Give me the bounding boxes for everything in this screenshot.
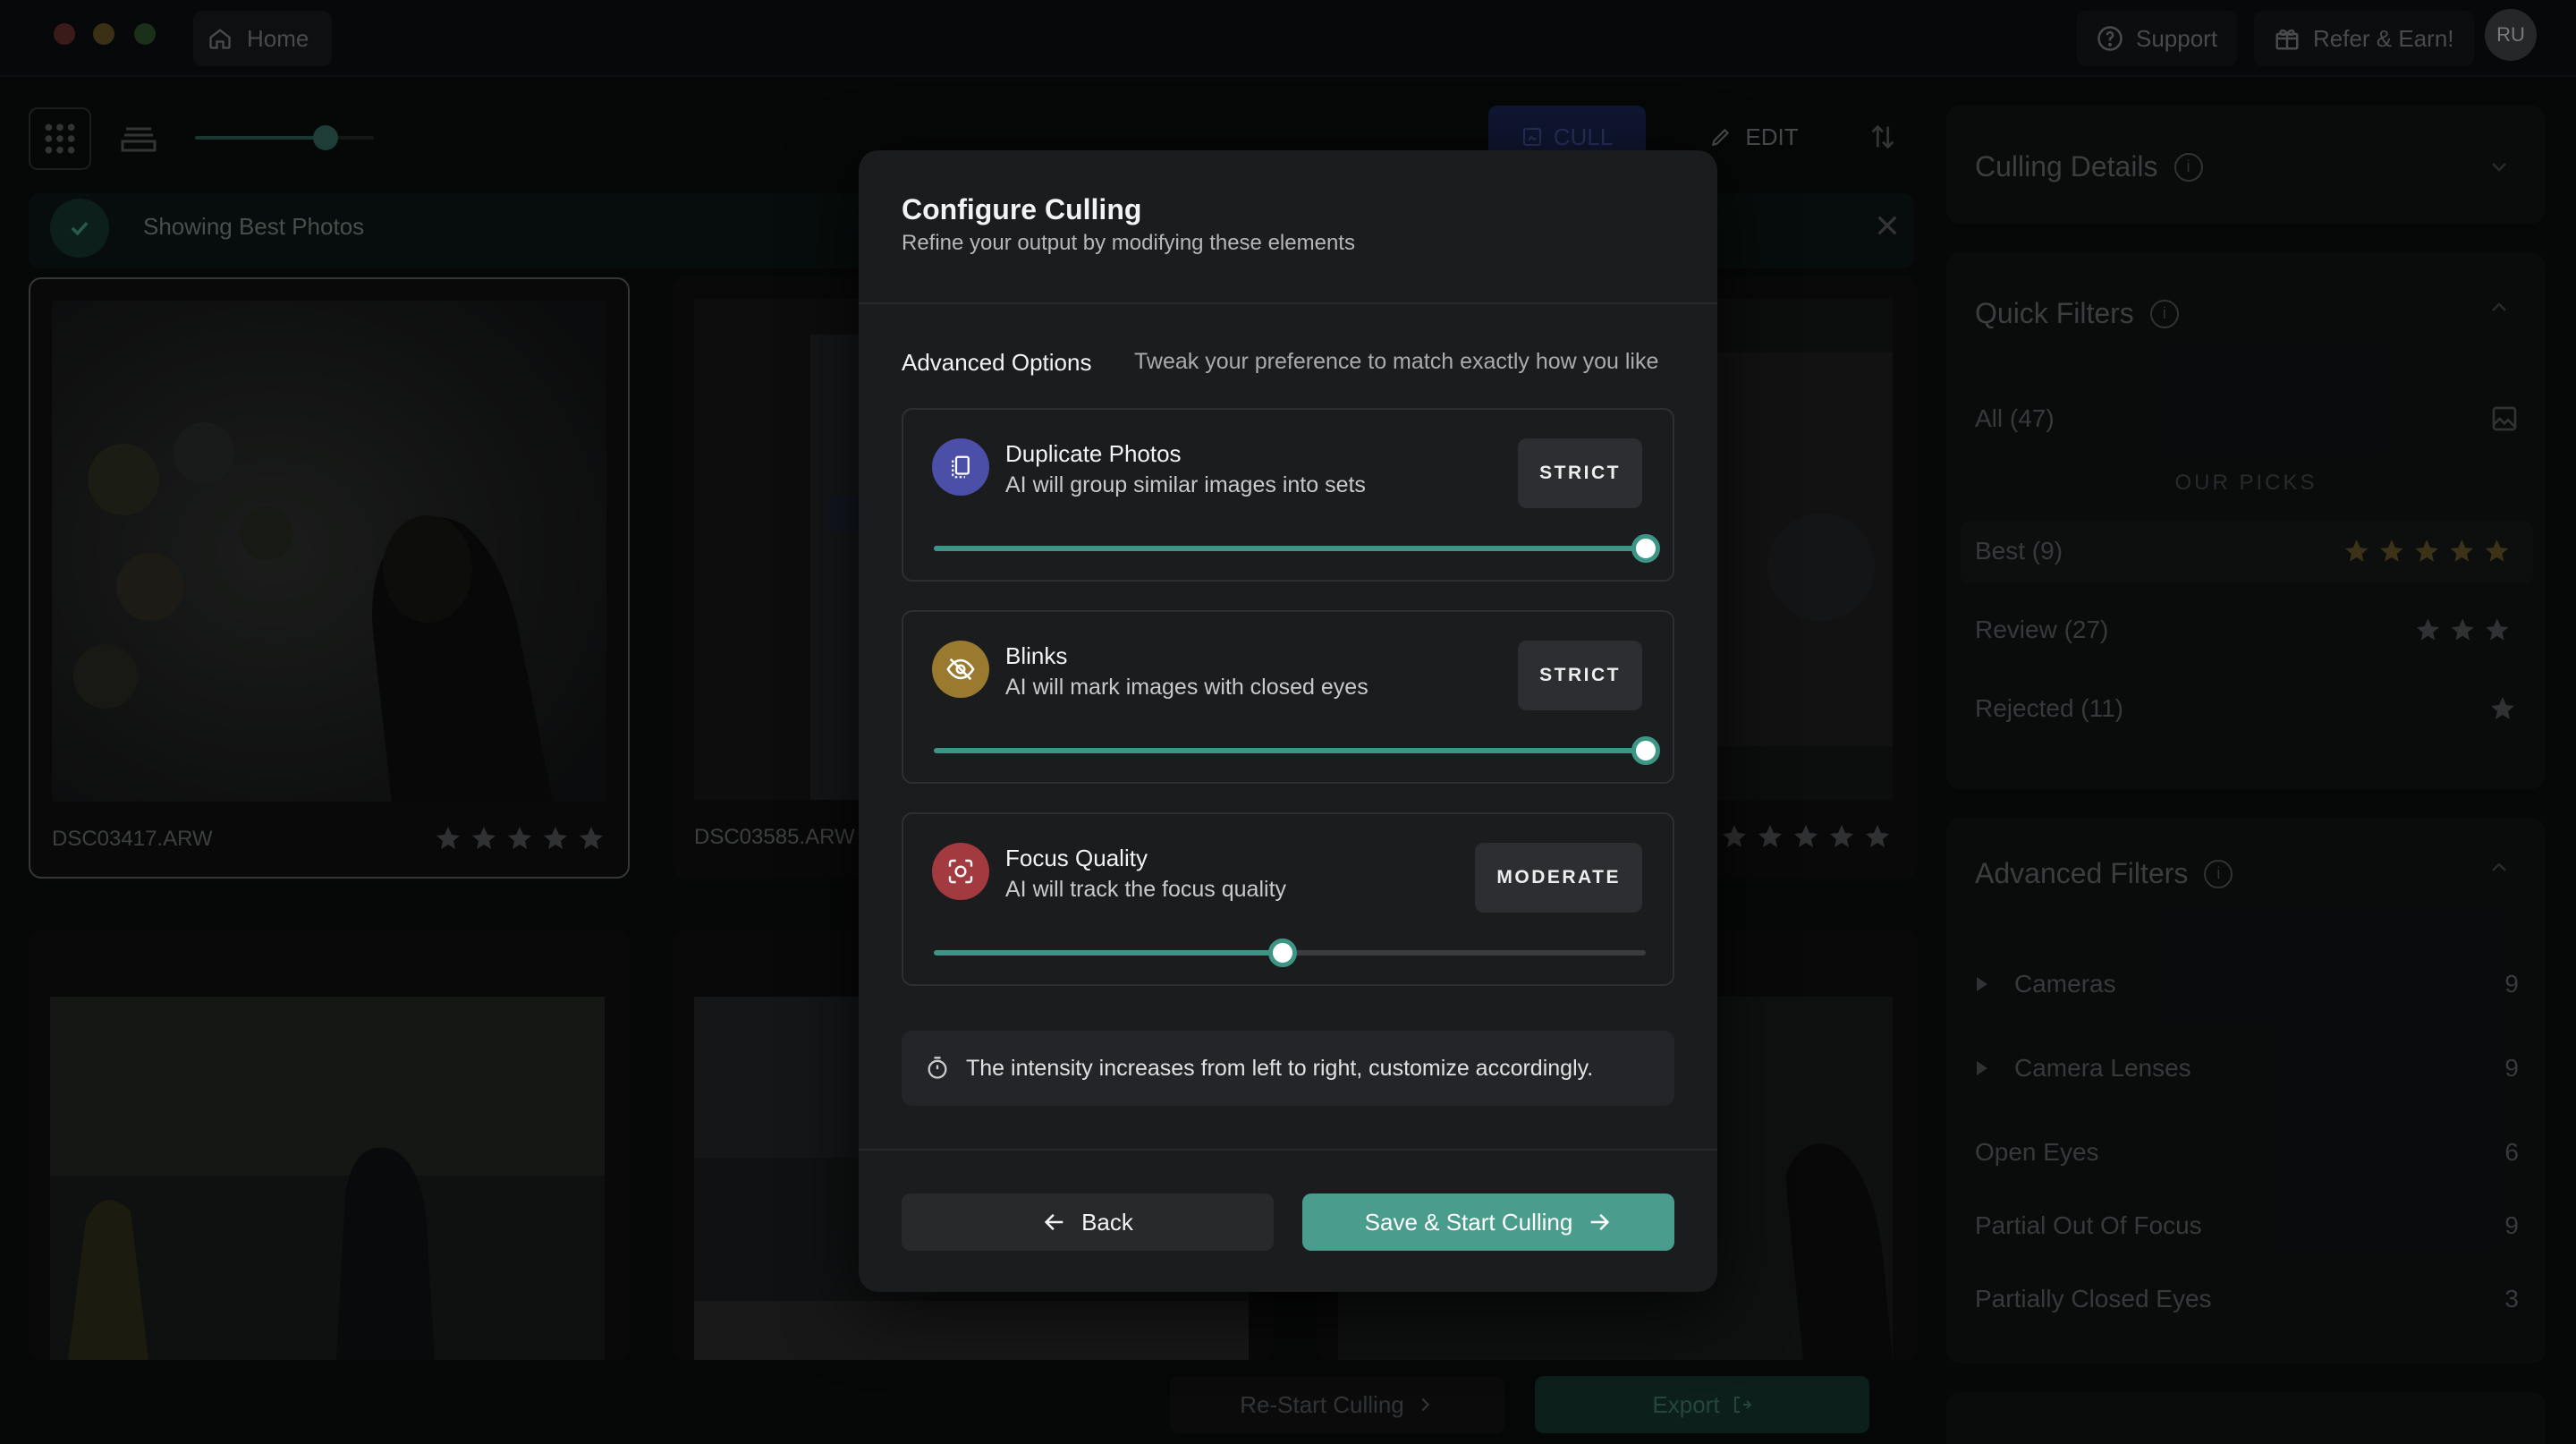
save-start-culling-button[interactable]: Save & Start Culling — [1302, 1193, 1674, 1251]
option-focus-quality: Focus Quality AI will track the focus qu… — [902, 812, 1674, 986]
duplicate-icon — [932, 438, 989, 496]
option-duplicate-photos: Duplicate Photos AI will group similar i… — [902, 408, 1674, 582]
back-button[interactable]: Back — [902, 1193, 1274, 1251]
hint-text: The intensity increases from left to rig… — [966, 1055, 1594, 1081]
slider-fill — [934, 950, 1284, 956]
timer-icon — [925, 1056, 950, 1081]
divider — [859, 1149, 1717, 1151]
dialog-title: Configure Culling — [902, 193, 1142, 225]
arrow-left-icon — [1042, 1210, 1067, 1235]
option-description: AI will track the focus quality — [1005, 877, 1287, 902]
option-name: Blinks — [1005, 642, 1068, 669]
option-description: AI will group similar images into sets — [1005, 472, 1366, 497]
option-name: Focus Quality — [1005, 845, 1148, 871]
slider-handle[interactable] — [1268, 939, 1298, 967]
divider — [859, 302, 1717, 304]
back-label: Back — [1081, 1208, 1133, 1236]
strictness-badge[interactable]: STRICT — [1518, 641, 1642, 710]
option-description: AI will mark images with closed eyes — [1005, 675, 1368, 700]
slider-fill — [934, 748, 1646, 753]
option-blinks: Blinks AI will mark images with closed e… — [902, 610, 1674, 784]
slider-handle[interactable] — [1631, 534, 1660, 563]
advanced-options-subtitle: Tweak your preference to match exactly h… — [1134, 349, 1659, 374]
advanced-options-title: Advanced Options — [902, 349, 1092, 376]
focus-icon — [932, 843, 989, 900]
arrow-right-icon — [1587, 1210, 1612, 1235]
blinks-slider[interactable] — [934, 736, 1660, 765]
focus-quality-slider[interactable] — [934, 939, 1646, 967]
slider-handle[interactable] — [1631, 736, 1660, 765]
strictness-badge[interactable]: MODERATE — [1475, 843, 1642, 913]
strictness-badge[interactable]: STRICT — [1518, 438, 1642, 508]
save-label: Save & Start Culling — [1364, 1208, 1573, 1236]
configure-culling-dialog: Configure Culling Refine your output by … — [859, 150, 1717, 1292]
eye-off-icon — [932, 641, 989, 698]
option-name: Duplicate Photos — [1005, 440, 1182, 467]
slider-fill — [934, 546, 1646, 551]
intensity-hint: The intensity increases from left to rig… — [902, 1031, 1674, 1106]
dialog-subtitle: Refine your output by modifying these el… — [902, 231, 1355, 255]
duplicate-photos-slider[interactable] — [934, 534, 1660, 563]
